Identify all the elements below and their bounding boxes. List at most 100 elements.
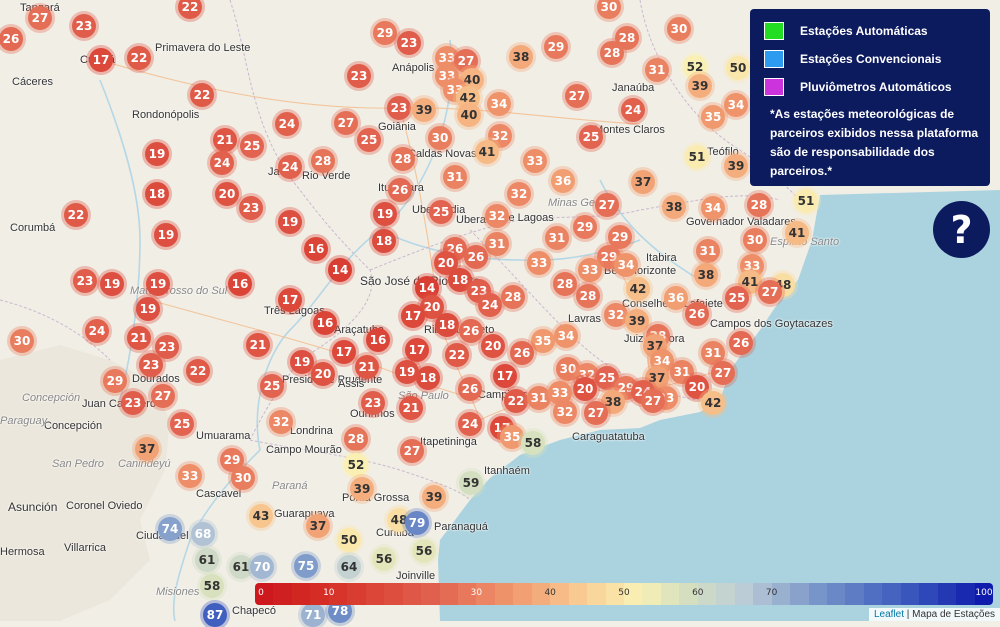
station-marker[interactable]: 24 [458, 412, 482, 436]
station-marker[interactable]: 59 [459, 471, 483, 495]
station-marker[interactable]: 36 [664, 286, 688, 310]
station-marker[interactable]: 36 [551, 169, 575, 193]
station-marker[interactable]: 21 [399, 396, 423, 420]
help-button[interactable]: ? [933, 201, 990, 258]
station-marker[interactable]: 25 [170, 412, 194, 436]
station-marker[interactable]: 56 [372, 547, 396, 571]
station-marker[interactable]: 52 [344, 453, 368, 477]
station-marker[interactable]: 24 [85, 319, 109, 343]
station-marker[interactable]: 28 [576, 284, 600, 308]
station-marker[interactable]: 35 [701, 105, 725, 129]
station-marker[interactable]: 25 [357, 128, 381, 152]
station-marker[interactable]: 23 [121, 391, 145, 415]
station-marker[interactable]: 23 [73, 269, 97, 293]
station-marker[interactable]: 22 [64, 203, 88, 227]
station-marker[interactable]: 30 [428, 126, 452, 150]
station-marker[interactable]: 20 [481, 334, 505, 358]
station-marker[interactable]: 24 [621, 98, 645, 122]
station-marker[interactable]: 19 [100, 272, 124, 296]
station-marker[interactable]: 25 [429, 200, 453, 224]
station-marker[interactable]: 27 [711, 361, 735, 385]
station-marker[interactable]: 29 [103, 369, 127, 393]
station-marker[interactable]: 31 [485, 232, 509, 256]
station-marker[interactable]: 33 [578, 258, 602, 282]
station-marker[interactable]: 21 [127, 326, 151, 350]
station-marker[interactable]: 24 [478, 293, 502, 317]
station-marker[interactable]: 27 [641, 389, 665, 413]
station-marker[interactable]: 30 [10, 329, 34, 353]
station-marker[interactable]: 20 [215, 182, 239, 206]
station-marker[interactable]: 19 [146, 272, 170, 296]
station-marker[interactable]: 33 [527, 251, 551, 275]
station-marker[interactable]: 50 [726, 56, 750, 80]
station-marker[interactable]: 25 [260, 374, 284, 398]
station-marker[interactable]: 51 [685, 145, 709, 169]
station-marker[interactable]: 40 [457, 103, 481, 127]
station-marker[interactable]: 31 [545, 226, 569, 250]
station-marker[interactable]: 23 [139, 353, 163, 377]
station-marker[interactable]: 19 [278, 210, 302, 234]
station-marker[interactable]: 27 [758, 280, 782, 304]
station-marker[interactable]: 41 [785, 221, 809, 245]
station-marker[interactable]: 18 [435, 313, 459, 337]
station-marker[interactable]: 39 [422, 485, 446, 509]
station-marker[interactable]: 25 [579, 125, 603, 149]
station-marker[interactable]: 21 [246, 333, 270, 357]
station-marker[interactable]: 27 [334, 111, 358, 135]
station-marker[interactable]: 23 [239, 196, 263, 220]
station-marker[interactable]: 29 [373, 21, 397, 45]
station-marker[interactable]: 16 [228, 272, 252, 296]
station-marker[interactable]: 28 [344, 427, 368, 451]
station-marker[interactable]: 34 [487, 92, 511, 116]
station-marker[interactable]: 37 [135, 437, 159, 461]
station-marker[interactable]: 16 [313, 311, 337, 335]
station-marker[interactable]: 58 [200, 574, 224, 598]
station-marker[interactable]: 39 [724, 154, 748, 178]
station-marker[interactable]: 34 [554, 324, 578, 348]
station-marker[interactable]: 22 [127, 46, 151, 70]
station-marker[interactable]: 28 [391, 147, 415, 171]
station-marker[interactable]: 39 [688, 74, 712, 98]
station-marker[interactable]: 26 [388, 178, 412, 202]
station-marker[interactable]: 26 [458, 377, 482, 401]
station-marker[interactable]: 33 [523, 149, 547, 173]
station-marker[interactable]: 27 [151, 384, 175, 408]
station-marker[interactable]: 37 [631, 170, 655, 194]
station-marker[interactable]: 34 [614, 253, 638, 277]
station-marker[interactable]: 38 [509, 45, 533, 69]
station-marker[interactable]: 26 [685, 302, 709, 326]
station-marker[interactable]: 28 [553, 272, 577, 296]
station-marker[interactable]: 19 [136, 297, 160, 321]
station-marker[interactable]: 19 [373, 202, 397, 226]
station-marker[interactable]: 27 [28, 6, 52, 30]
leaflet-link[interactable]: Leaflet [874, 609, 904, 620]
station-marker[interactable]: 19 [145, 142, 169, 166]
station-marker[interactable]: 70 [250, 555, 274, 579]
station-marker[interactable]: 28 [600, 41, 624, 65]
legend-item-automatic[interactable]: Estações Automáticas [760, 17, 980, 45]
station-marker[interactable]: 20 [311, 362, 335, 386]
station-marker[interactable]: 68 [191, 522, 215, 546]
legend-item-conventional[interactable]: Estações Convencionais [760, 45, 980, 73]
station-marker[interactable]: 32 [269, 410, 293, 434]
station-marker[interactable]: 31 [696, 239, 720, 263]
station-marker[interactable]: 14 [328, 258, 352, 282]
station-marker[interactable]: 24 [210, 151, 234, 175]
station-marker[interactable]: 43 [249, 504, 273, 528]
station-marker[interactable]: 33 [178, 464, 202, 488]
station-marker[interactable]: 25 [240, 134, 264, 158]
station-marker[interactable]: 31 [645, 58, 669, 82]
station-marker[interactable]: 39 [625, 309, 649, 333]
station-marker[interactable]: 22 [504, 389, 528, 413]
station-marker[interactable]: 23 [361, 391, 385, 415]
station-marker[interactable]: 18 [145, 182, 169, 206]
station-marker[interactable]: 22 [190, 83, 214, 107]
station-marker[interactable]: 22 [445, 343, 469, 367]
station-marker[interactable]: 29 [573, 215, 597, 239]
station-marker[interactable]: 30 [743, 228, 767, 252]
station-marker[interactable]: 28 [747, 193, 771, 217]
station-marker[interactable]: 38 [662, 195, 686, 219]
station-marker[interactable]: 39 [350, 477, 374, 501]
station-marker[interactable]: 24 [278, 155, 302, 179]
station-marker[interactable]: 18 [372, 229, 396, 253]
